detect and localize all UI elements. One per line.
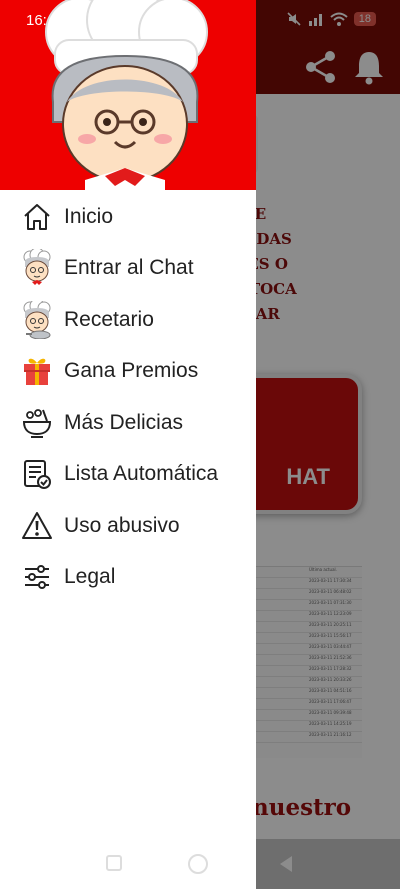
chef-grandma-logo — [45, 0, 208, 190]
menu-item-legal[interactable]: Legal — [0, 552, 256, 604]
menu-label-recetario: Recetario — [64, 307, 154, 331]
chef-avatar-icon — [20, 249, 54, 286]
navigation-drawer: 16: Inicio Entrar al Chat Recetario Gana… — [0, 0, 256, 889]
drawer-system-nav — [0, 839, 256, 889]
mixing-bowl-icon — [20, 406, 54, 440]
gift-icon — [20, 354, 54, 388]
menu-item-entrar-chat[interactable]: Entrar al Chat — [0, 243, 256, 295]
menu-item-inicio[interactable]: Inicio — [0, 191, 256, 243]
warning-icon — [20, 509, 54, 543]
home-nav-icon[interactable] — [188, 854, 208, 874]
menu-item-mas-delicias[interactable]: Más Delicias — [0, 397, 256, 449]
checklist-icon — [20, 457, 54, 491]
menu-item-uso-abusivo[interactable]: Uso abusivo — [0, 500, 256, 552]
menu-label-legal: Legal — [64, 565, 116, 589]
recents-icon[interactable] — [106, 855, 122, 871]
menu-label-gana-premios: Gana Premios — [64, 359, 199, 383]
menu-label-mas-delicias: Más Delicias — [64, 410, 184, 434]
menu-item-recetario[interactable]: Recetario — [0, 294, 256, 346]
menu-label-uso-abusivo: Uso abusivo — [64, 513, 180, 537]
home-icon — [20, 200, 54, 234]
menu-label-entrar-chat: Entrar al Chat — [64, 256, 194, 280]
sliders-icon — [20, 560, 54, 594]
menu-label-inicio: Inicio — [64, 204, 114, 228]
drawer-menu: Inicio Entrar al Chat Recetario Gana Pre… — [0, 191, 256, 603]
menu-label-lista-automatica: Lista Automática — [64, 462, 219, 486]
menu-item-gana-premios[interactable]: Gana Premios — [0, 346, 256, 398]
chef-cooking-icon — [20, 300, 54, 339]
menu-item-lista-automatica[interactable]: Lista Automática — [0, 449, 256, 501]
drawer-header: 16: — [0, 0, 256, 190]
